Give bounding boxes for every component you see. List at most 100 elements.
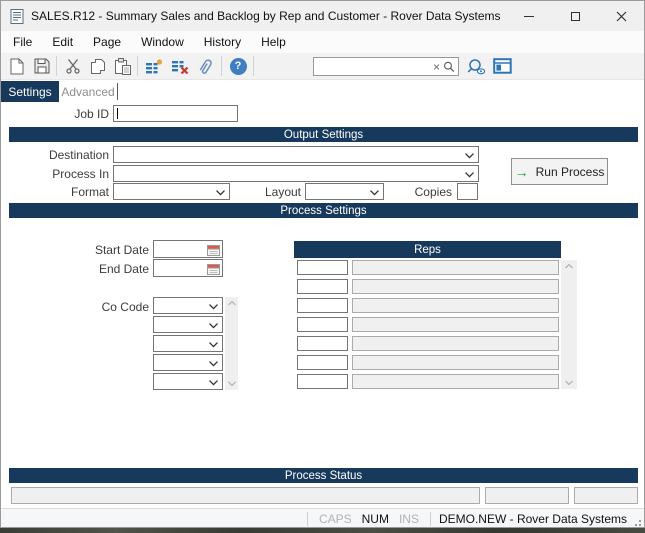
layout-label: Layout [231,185,301,199]
rep-code-input[interactable] [297,336,348,351]
app-window: SALES.R12 - Summary Sales and Backlog by… [0,0,645,528]
co-code-dropdown-1[interactable] [153,297,223,314]
search-input[interactable] [314,59,431,74]
paste-button[interactable] [111,55,133,77]
attachment-button[interactable] [195,55,217,77]
menu-window[interactable]: Window [131,32,194,52]
menu-file[interactable]: File [3,32,42,52]
process-settings-header: Process Settings [9,203,638,218]
chevron-down-icon [208,379,219,386]
window-layout-icon [493,58,512,74]
calendar-icon[interactable] [207,262,220,275]
co-code-scrollbar[interactable] [225,297,238,390]
scroll-up-icon[interactable] [227,300,236,306]
toolbar-separator [221,56,222,76]
find-preview-button[interactable] [465,55,487,77]
menu-help[interactable]: Help [251,32,296,52]
process-in-label: Process In [1,167,109,181]
run-process-button[interactable]: → Run Process [511,158,608,185]
scroll-down-icon[interactable] [227,381,236,387]
job-id-input[interactable] [113,105,238,122]
chevron-down-icon [464,152,475,159]
co-code-label: Co Code [1,300,149,314]
destination-label: Destination [1,148,109,162]
menu-edit[interactable]: Edit [42,32,83,52]
rep-name-field [352,336,559,351]
rep-name-field [352,298,559,313]
maximize-icon [571,12,580,21]
maximize-button[interactable] [552,1,598,31]
destination-dropdown[interactable] [113,146,479,163]
help-button[interactable]: ? [227,55,249,77]
menu-page[interactable]: Page [83,32,131,52]
process-settings-title: Process Settings [280,205,366,217]
co-code-dropdown-2[interactable] [153,316,223,333]
minimize-button[interactable] [506,1,552,31]
calendar-icon[interactable] [207,243,220,256]
desktop-background [0,528,645,533]
title-bar: SALES.R12 - Summary Sales and Backlog by… [1,1,644,31]
run-arrow-icon: → [515,165,529,179]
output-settings-title: Output Settings [284,129,363,141]
toolbar-separator [56,56,57,76]
insert-rows-button[interactable] [143,55,165,77]
clear-search-icon[interactable]: × [431,61,442,73]
rep-name-field [352,279,559,294]
copy-button[interactable] [87,55,109,77]
chevron-down-icon [215,189,226,196]
new-document-button[interactable] [6,55,28,77]
reps-scrollbar[interactable] [561,260,577,389]
window-title: SALES.R12 - Summary Sales and Backlog by… [31,9,501,23]
layout-dropdown[interactable] [305,183,384,200]
reps-header: Reps [294,241,561,258]
menu-history[interactable]: History [194,32,251,52]
delete-rows-button[interactable] [169,55,191,77]
close-icon [616,11,627,22]
rep-code-input[interactable] [297,374,348,389]
tab-advanced-label: Advanced [61,85,114,99]
toolbar-search: × [313,57,459,76]
run-process-label: Run Process [536,165,605,179]
reps-title: Reps [414,244,441,256]
format-dropdown[interactable] [113,183,230,200]
copy-icon [90,58,106,74]
ins-indicator: INS [399,512,419,526]
copies-input[interactable] [457,183,478,200]
save-button[interactable] [31,55,53,77]
search-icon[interactable] [442,61,458,73]
end-date-input[interactable] [153,259,223,277]
process-in-dropdown[interactable] [113,165,479,182]
process-status-header: Process Status [9,468,638,483]
toolbar-separator [253,56,254,76]
paste-icon [114,58,131,75]
start-date-input[interactable] [153,240,223,258]
rep-code-input[interactable] [297,317,348,332]
tab-settings[interactable]: Settings [1,81,59,102]
rep-code-input[interactable] [297,298,348,313]
window-layout-button[interactable] [491,55,513,77]
cut-button[interactable] [62,55,84,77]
minimize-icon [524,16,534,17]
resize-grip[interactable] [633,518,641,526]
tab-advanced[interactable]: Advanced [60,81,116,102]
process-status-message-field [11,487,480,504]
scroll-up-icon[interactable] [565,263,574,269]
statusbar-separator [430,512,431,526]
co-code-dropdown-4[interactable] [153,354,223,371]
rep-code-input[interactable] [297,355,348,370]
co-code-dropdown-5[interactable] [153,373,223,390]
workspace-label: DEMO.NEW - Rover Data Systems [439,512,627,526]
chevron-down-icon [208,341,219,348]
chevron-down-icon [208,303,219,310]
rep-code-input[interactable] [297,260,348,275]
rep-code-input[interactable] [297,279,348,294]
paperclip-icon [195,55,218,78]
insert-rows-icon [145,59,163,74]
scroll-down-icon[interactable] [565,380,574,386]
status-bar: CAPS NUM INS DEMO.NEW - Rover Data Syste… [1,508,644,528]
end-date-label: End Date [1,262,149,276]
chevron-down-icon [208,360,219,367]
co-code-dropdown-3[interactable] [153,335,223,352]
tab-settings-label: Settings [8,85,51,99]
close-button[interactable] [598,1,644,31]
